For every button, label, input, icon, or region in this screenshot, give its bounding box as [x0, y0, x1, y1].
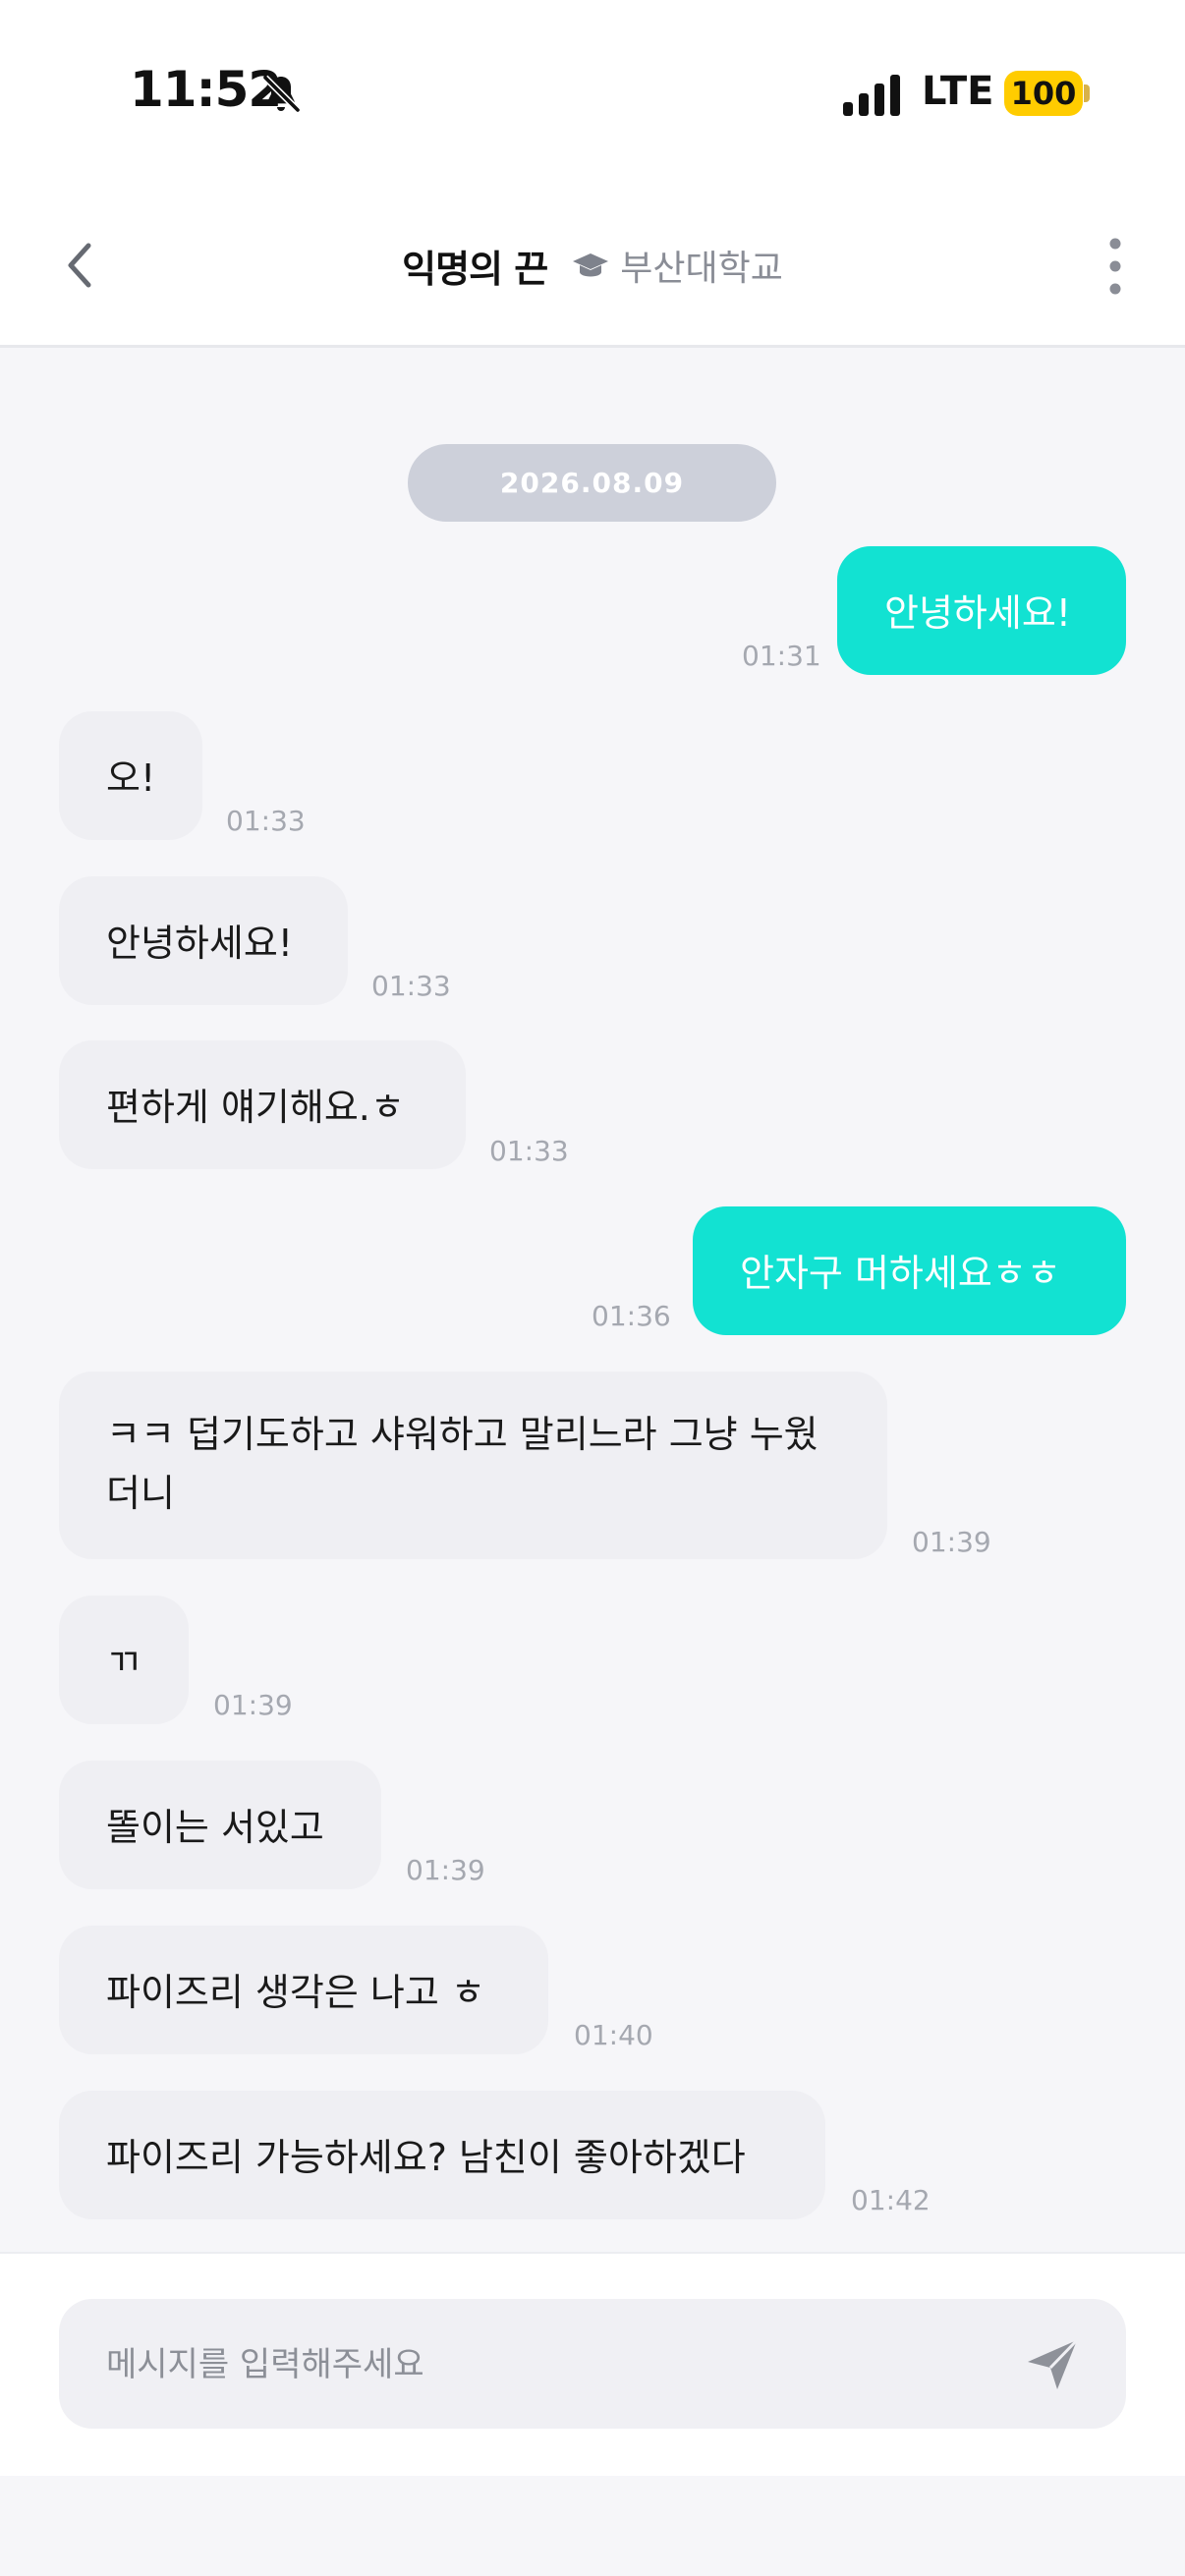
message-bubble-incoming[interactable]: ㄲ	[59, 1596, 189, 1724]
more-vertical-icon[interactable]	[1093, 232, 1138, 301]
page-title: 익명의 끈	[402, 247, 548, 291]
message-bubble-incoming[interactable]: 파이즈리 생각은 나고 ㅎ	[59, 1926, 548, 2054]
battery-tip	[1084, 84, 1090, 102]
message-time: 01:39	[406, 1854, 485, 1886]
send-icon[interactable]	[1022, 2334, 1083, 2395]
signal-icon	[843, 75, 900, 116]
message-bubble-incoming[interactable]: 파이즈리 가능하세요? 남친이 좋아하겠다	[59, 2091, 825, 2219]
message-time: 01:31	[742, 640, 821, 672]
message-bubble-incoming[interactable]: 오!	[59, 711, 202, 840]
message-bubble-incoming[interactable]: 안녕하세요!	[59, 876, 348, 1005]
bell-off-icon	[262, 75, 301, 113]
message-input[interactable]	[104, 2334, 992, 2395]
message-bubble-incoming[interactable]: ㅋㅋ 덥기도하고 샤워하고 말리느라 그냥 누웠더니	[59, 1372, 887, 1559]
message-bubble-incoming[interactable]: 똘이는 서있고	[59, 1761, 381, 1889]
message-time: 01:33	[489, 1135, 569, 1167]
message-time: 01:39	[912, 1526, 991, 1558]
message-time: 01:40	[574, 2019, 653, 2051]
message-composer	[0, 2252, 1185, 2476]
network-label: LTE	[922, 69, 994, 114]
message-bubble-incoming[interactable]: 편하게 얘기해요.ㅎ	[59, 1040, 466, 1169]
top-bar: 11:52 LTE 100 익명의 끈 부산대학교	[0, 0, 1185, 348]
message-bubble-outgoing[interactable]: 안자구 머하세요ㅎㅎ	[693, 1206, 1126, 1335]
message-time: 01:33	[226, 805, 306, 837]
message-time: 01:39	[213, 1689, 293, 1721]
date-divider: 2026.08.09	[408, 444, 776, 522]
message-time: 01:42	[851, 2184, 931, 2216]
graduation-cap-icon	[573, 253, 609, 277]
school-label: 부산대학교	[620, 249, 783, 289]
chat-screen: 11:52 LTE 100 익명의 끈 부산대학교 2026.08.09 안녕하…	[0, 0, 1185, 2576]
message-time: 01:33	[371, 970, 451, 1002]
header-title-group: 익명의 끈 부산대학교	[0, 234, 1185, 297]
message-input-container[interactable]	[59, 2299, 1126, 2429]
battery-indicator: 100	[1004, 71, 1083, 116]
message-bubble-outgoing[interactable]: 안녕하세요!	[837, 546, 1126, 675]
message-time: 01:36	[592, 1300, 671, 1332]
